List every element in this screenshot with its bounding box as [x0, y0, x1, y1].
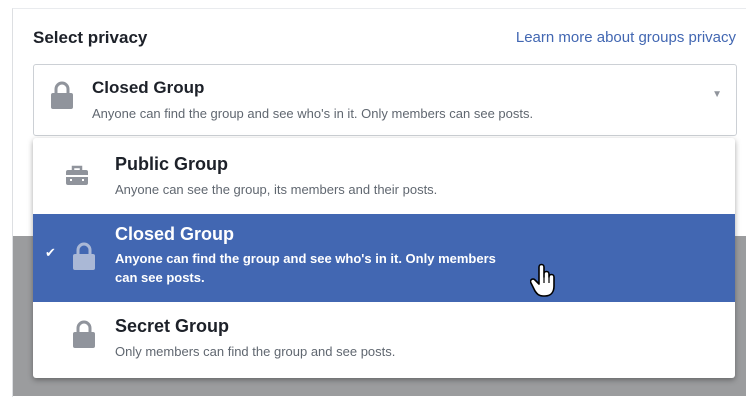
- hand-pointer-cursor-icon: [529, 262, 558, 303]
- lock-icon: [51, 81, 73, 114]
- option-secret-group[interactable]: Secret Group Only members can find the g…: [33, 302, 735, 378]
- privacy-dropdown-menu: Public Group Anyone can see the group, i…: [33, 138, 735, 378]
- option-title: Public Group: [115, 154, 229, 174]
- selected-privacy-title: Closed Group: [92, 78, 205, 97]
- lock-icon: [73, 242, 95, 275]
- option-title: Closed Group: [115, 224, 235, 244]
- chevron-down-icon: ▼: [712, 89, 722, 100]
- option-description: Only members can find the group and see …: [115, 344, 396, 359]
- option-closed-group[interactable]: ✔ Closed Group Anyone can find the group…: [33, 214, 735, 302]
- option-title: Secret Group: [115, 316, 230, 336]
- learn-more-link[interactable]: Learn more about groups privacy: [516, 29, 736, 46]
- briefcase-icon: [66, 165, 88, 190]
- check-icon: ✔: [45, 245, 56, 260]
- selected-privacy-description: Anyone can find the group and see who's …: [92, 106, 534, 121]
- option-description: Anyone can see the group, its members an…: [115, 182, 438, 197]
- option-description: Anyone can find the group and see who's …: [115, 251, 496, 285]
- option-public-group[interactable]: Public Group Anyone can see the group, i…: [33, 138, 735, 214]
- privacy-select[interactable]: Closed Group Anyone can find the group a…: [33, 64, 737, 136]
- lock-icon: [73, 320, 95, 353]
- section-title: Select privacy: [33, 28, 148, 47]
